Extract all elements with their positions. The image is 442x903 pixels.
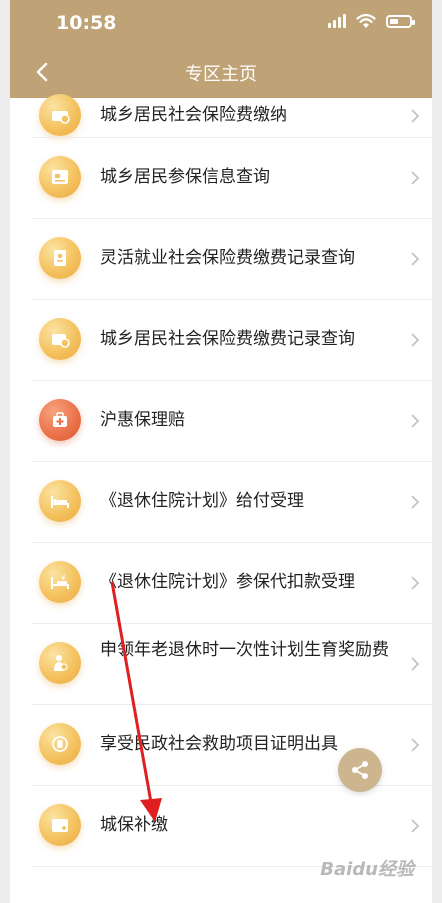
signal-icon bbox=[328, 14, 346, 28]
chevron-right-icon bbox=[411, 171, 420, 185]
chevron-right-icon bbox=[411, 495, 420, 509]
list-item-label: 城乡居民社会保险费缴纳 bbox=[100, 105, 287, 125]
share-button[interactable] bbox=[338, 748, 382, 792]
share-icon bbox=[352, 761, 368, 779]
list-item-label: 灵活就业社会保险费缴费记录查询 bbox=[100, 248, 355, 268]
status-icons bbox=[328, 13, 415, 29]
chevron-right-icon bbox=[411, 657, 420, 671]
list-item-label: 沪惠保理赔 bbox=[100, 410, 185, 430]
list-item[interactable]: 沪惠保理赔 bbox=[10, 381, 432, 462]
frame-left bbox=[0, 0, 10, 903]
chevron-right-icon bbox=[411, 576, 420, 590]
list-item-label: 城保补缴 bbox=[100, 815, 168, 835]
chevron-right-icon bbox=[411, 738, 420, 752]
header-bar: 10:58 专区主页 bbox=[10, 0, 432, 98]
record-icon bbox=[39, 237, 81, 279]
frame-right bbox=[432, 0, 442, 903]
chevron-right-icon bbox=[411, 109, 420, 123]
list-item-label: 《退休住院计划》参保代扣款受理 bbox=[100, 572, 355, 592]
battery-icon bbox=[386, 14, 415, 28]
wifi-icon bbox=[356, 13, 376, 28]
watermark: Baidu经验 bbox=[320, 859, 414, 880]
chevron-right-icon bbox=[411, 819, 420, 833]
status-time: 10:58 bbox=[56, 12, 117, 34]
chevron-right-icon bbox=[411, 252, 420, 266]
svg-text:¥: ¥ bbox=[61, 574, 66, 582]
pay-icon bbox=[39, 94, 81, 136]
payment-record-icon bbox=[39, 318, 81, 360]
info-card-icon bbox=[39, 156, 81, 198]
list-item[interactable]: 申领年老退休时一次性计划生育奖励费 bbox=[10, 624, 432, 705]
bed-yuan-icon: ¥ bbox=[39, 561, 81, 603]
list-item-label: 申领年老退休时一次性计划生育奖励费 bbox=[100, 640, 389, 660]
list-item[interactable]: 城乡居民社会保险费缴纳 bbox=[10, 94, 432, 138]
person-reward-icon bbox=[39, 642, 81, 684]
list-item-label: 城乡居民社会保险费缴费记录查询 bbox=[100, 329, 355, 349]
list-item[interactable]: 城乡居民参保信息查询 bbox=[10, 138, 432, 219]
medical-kit-icon bbox=[39, 399, 81, 441]
chevron-right-icon bbox=[411, 414, 420, 428]
app-screen: 10:58 专区主页 城乡居民社会保险费缴纳 城乡居民参保信息查询 灵活就业社会… bbox=[0, 0, 442, 903]
wallet-plus-icon bbox=[39, 804, 81, 846]
page-title: 专区主页 bbox=[185, 64, 257, 85]
hospital-bed-icon bbox=[39, 480, 81, 522]
list-item-label: 城乡居民参保信息查询 bbox=[100, 167, 270, 187]
list-item[interactable]: ¥ 《退休住院计划》参保代扣款受理 bbox=[10, 543, 432, 624]
list-item-label: 《退休住院计划》给付受理 bbox=[100, 491, 304, 511]
list-item[interactable]: 《退休住院计划》给付受理 bbox=[10, 462, 432, 543]
certificate-icon bbox=[39, 723, 81, 765]
list-item[interactable]: 灵活就业社会保险费缴费记录查询 bbox=[10, 219, 432, 300]
list-item[interactable]: 城乡居民社会保险费缴费记录查询 bbox=[10, 300, 432, 381]
chevron-right-icon bbox=[411, 333, 420, 347]
